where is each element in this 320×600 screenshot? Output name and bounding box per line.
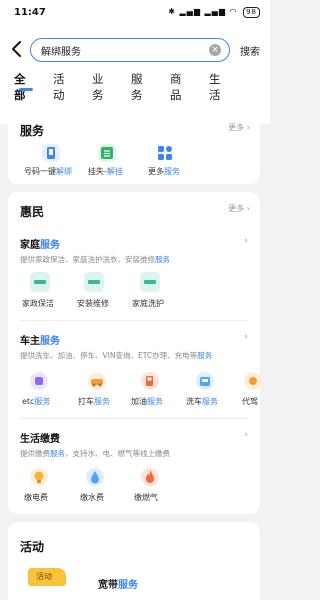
water-drop-icon: [86, 468, 104, 486]
activity-item-title[interactable]: 宽带服务: [98, 576, 138, 591]
bill-item-electricity-label: 缴电费: [24, 493, 48, 502]
lightbulb-icon: [30, 468, 48, 486]
car-service-title[interactable]: 车主服务: [20, 332, 60, 347]
grid-icon: [156, 144, 174, 162]
services-more-link[interactable]: 更多 ›: [228, 122, 250, 133]
divider: [20, 320, 248, 321]
phone-unbind-icon: [42, 144, 60, 162]
home-service-title[interactable]: 家庭服务: [20, 236, 60, 251]
status-icons: ✱ ▂▄▆ ▂▄▆ ◠ 98: [168, 7, 260, 18]
flame-icon: [141, 468, 159, 486]
laundry-tile-icon: [140, 272, 160, 292]
tab-life[interactable]: 生活: [209, 71, 221, 103]
activity-title: 活动: [20, 540, 45, 554]
activity-card: 活动 活动 宽带服务: [8, 522, 260, 600]
home-item-cleaning-label: 家政保洁: [22, 299, 54, 308]
activity-badge-label: 活动: [36, 572, 52, 581]
bills-desc: 提供缴费服务，支持水、电、燃气等线上缴费: [20, 449, 170, 458]
activity-badge: 活动: [28, 568, 66, 586]
tab-all[interactable]: 全部: [14, 71, 26, 103]
car-wash-icon: [196, 372, 214, 390]
etc-icon: [30, 372, 48, 390]
cleaning-tile-icon: [30, 272, 50, 292]
car-service-chevron-icon[interactable]: ›: [244, 332, 248, 342]
fuel-pump-icon: [141, 372, 159, 390]
huimin-more-link[interactable]: 更多 ›: [228, 203, 250, 214]
home-item-laundry-label: 家庭洗护: [132, 299, 164, 308]
car-item-driver-label: 代驾: [242, 397, 258, 406]
service-item-unbind-label: 号码一键解绑: [24, 167, 72, 176]
car-item-taxi-label: 打车服务: [78, 397, 110, 406]
tab-goods[interactable]: 商品: [170, 71, 182, 103]
list-icon: [98, 144, 116, 162]
service-item-more-label: 更多服务: [148, 167, 180, 176]
home-service-chevron-icon[interactable]: ›: [244, 236, 248, 246]
bills-title[interactable]: 生活缴费: [20, 430, 60, 445]
huimin-title: 惠民: [20, 205, 45, 219]
services-title: 服务: [20, 124, 45, 138]
bill-item-gas-label: 缴燃气: [134, 493, 158, 502]
clear-icon[interactable]: ×: [209, 44, 221, 56]
search-button[interactable]: 搜索: [240, 43, 260, 58]
divider: [20, 418, 248, 419]
tab-service[interactable]: 服务: [131, 71, 143, 103]
huimin-card: 惠民 更多 › 家庭服务 › 提供家政保洁、家庭洗护洗衣、安装维修服务 家政保洁…: [8, 192, 262, 514]
wifi-icon: ◠: [229, 7, 238, 16]
car-service-desc: 提供洗车、加油、停车、VIN查询、ETC办理、充电等服务: [20, 351, 213, 360]
car-item-etc-label: etc服务: [22, 397, 51, 406]
back-arrow-icon[interactable]: [10, 40, 24, 58]
bill-item-water-label: 缴水费: [80, 493, 104, 502]
search-box[interactable]: 解绑服务 ×: [30, 38, 230, 62]
status-bar: 11:47 ✱ ▂▄▆ ▂▄▆ ◠ 98: [0, 0, 270, 26]
signal-icon: ▂▄▆: [179, 7, 201, 16]
tab-business[interactable]: 业务: [92, 71, 104, 103]
service-item-unfreeze-label: 挂失-解挂: [88, 167, 123, 176]
status-time: 11:47: [14, 7, 46, 18]
signal-icon-2: ▂▄▆: [204, 7, 226, 16]
taxi-icon: [88, 372, 106, 390]
repair-tile-icon: [84, 272, 104, 292]
car-item-wash-label: 洗车服务: [186, 397, 218, 406]
tab-activity[interactable]: 活动: [53, 71, 65, 103]
home-service-desc: 提供家政保洁、家庭洗护洗衣、安装维修服务: [20, 255, 170, 264]
driver-icon: [244, 372, 262, 390]
services-card: 服务 更多 › 号码一键解绑 挂失-解挂 更多服务: [8, 108, 260, 184]
search-input[interactable]: 解绑服务: [41, 43, 81, 58]
bills-chevron-icon[interactable]: ›: [244, 430, 248, 440]
car-item-fuel-label: 加油服务: [131, 397, 163, 406]
battery-icon: 98: [243, 7, 260, 18]
bluetooth-icon: ✱: [168, 7, 176, 16]
home-item-repair-label: 安装维修: [77, 299, 109, 308]
active-tab-indicator: [19, 88, 33, 91]
